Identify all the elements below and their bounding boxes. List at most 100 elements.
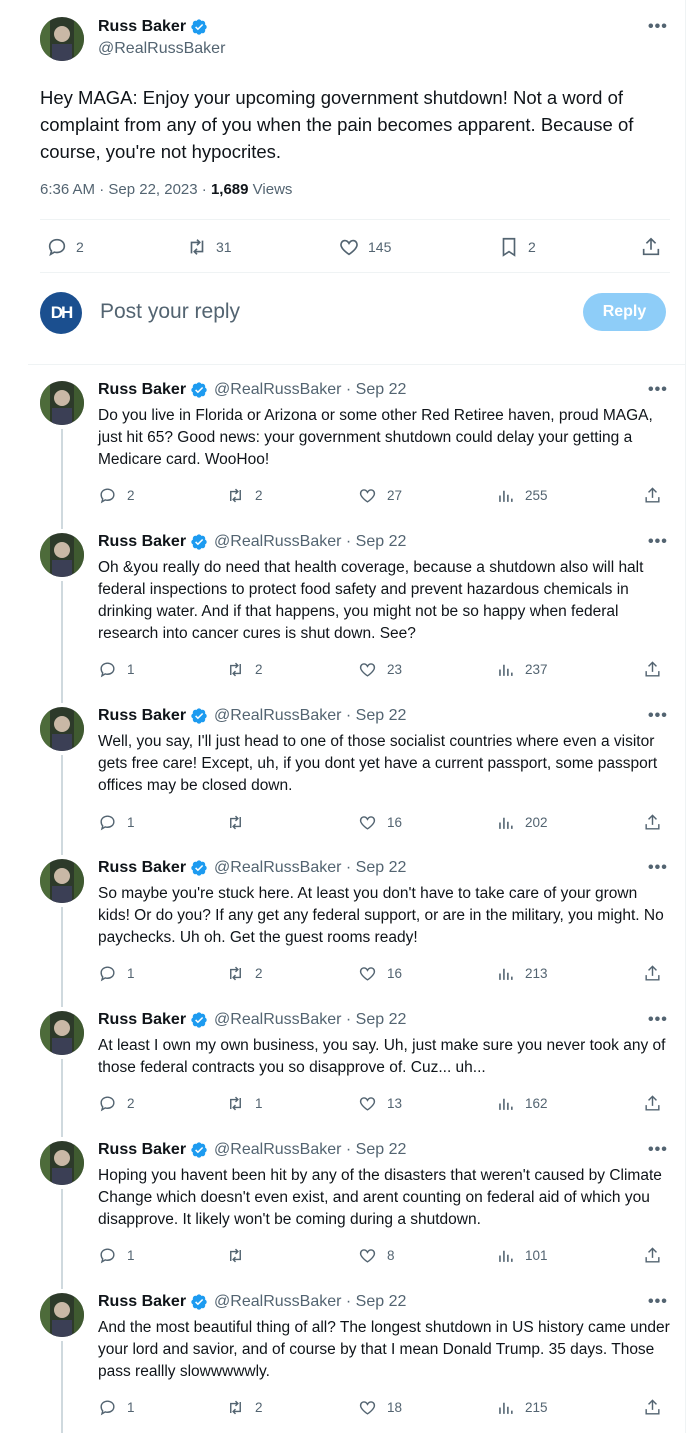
- retweet-count: 31: [216, 239, 232, 255]
- views-action[interactable]: 213: [496, 964, 548, 983]
- reply-input[interactable]: Post your reply: [100, 300, 240, 324]
- verified-badge-icon: [191, 534, 207, 550]
- tweet-actions: 1 2 16 213: [98, 964, 670, 986]
- author-name[interactable]: Russ Baker: [98, 533, 186, 551]
- author-avatar[interactable]: [40, 1293, 84, 1337]
- reply-action[interactable]: 1: [98, 1246, 135, 1265]
- author-avatar[interactable]: [40, 533, 84, 577]
- views-icon: [499, 1402, 513, 1414]
- reply-action[interactable]: 1: [98, 813, 135, 832]
- author-handle-date[interactable]: @RealRussBaker · Sep 22: [214, 533, 406, 551]
- author-name[interactable]: Russ Baker: [98, 1141, 186, 1159]
- reply-action[interactable]: 2: [98, 486, 135, 505]
- author-handle[interactable]: @RealRussBaker: [98, 40, 225, 58]
- reply-action[interactable]: 1: [98, 1398, 135, 1417]
- share-icon: [645, 487, 660, 503]
- author-name[interactable]: Russ Baker: [98, 18, 208, 36]
- like-action[interactable]: 18: [358, 1398, 402, 1417]
- author-name[interactable]: Russ Baker: [98, 381, 186, 399]
- reply-action[interactable]: 1: [98, 660, 135, 679]
- share-action[interactable]: [643, 1398, 662, 1417]
- like-action[interactable]: 145: [338, 236, 391, 258]
- more-options-icon[interactable]: •••: [648, 18, 668, 36]
- like-action[interactable]: 23: [358, 660, 402, 679]
- author-handle-date[interactable]: @RealRussBaker · Sep 22: [214, 1011, 406, 1029]
- views-action[interactable]: 255: [496, 486, 548, 505]
- share-action[interactable]: [643, 964, 662, 983]
- share-icon: [645, 1399, 660, 1415]
- retweet-icon: [230, 662, 241, 677]
- like-action[interactable]: 13: [358, 1094, 402, 1113]
- retweet-action[interactable]: 2: [226, 486, 263, 505]
- author-handle-date[interactable]: @RealRussBaker · Sep 22: [214, 1293, 406, 1311]
- share-action[interactable]: [640, 236, 662, 258]
- retweet-action[interactable]: [226, 813, 255, 832]
- views-action[interactable]: 202: [496, 813, 548, 832]
- retweet-icon: [230, 815, 241, 830]
- tweet-text: Well, you say, I'll just head to one of …: [98, 733, 658, 794]
- like-action[interactable]: 27: [358, 486, 402, 505]
- author-avatar[interactable]: [40, 707, 84, 751]
- reply-icon: [100, 815, 115, 831]
- more-options-icon[interactable]: •••: [648, 533, 668, 551]
- retweet-action[interactable]: 2: [226, 660, 263, 679]
- tweet-text: At least I own my own business, you say.…: [98, 1037, 666, 1076]
- reply-button[interactable]: Reply: [583, 293, 666, 331]
- like-action[interactable]: 16: [358, 964, 402, 983]
- author-name[interactable]: Russ Baker: [98, 1011, 186, 1029]
- share-action[interactable]: [643, 660, 662, 679]
- tweet-timestamp[interactable]: 6:36 AM · Sep 22, 2023 ·: [40, 181, 211, 198]
- views-action[interactable]: 215: [496, 1398, 548, 1417]
- retweet-action[interactable]: 31: [186, 236, 232, 258]
- more-options-icon[interactable]: •••: [648, 1141, 668, 1159]
- like-action[interactable]: 8: [358, 1246, 395, 1265]
- author-handle-date[interactable]: @RealRussBaker · Sep 22: [214, 707, 406, 725]
- more-options-icon[interactable]: •••: [648, 381, 668, 399]
- author-avatar[interactable]: [40, 381, 84, 425]
- thread-connector: [61, 755, 63, 855]
- more-options-icon[interactable]: •••: [648, 707, 668, 725]
- retweet-icon: [230, 488, 241, 503]
- retweet-action[interactable]: 1: [226, 1094, 263, 1113]
- author-avatar[interactable]: [40, 17, 84, 61]
- retweet-action[interactable]: [226, 1246, 255, 1265]
- tweet-text: And the most beautiful thing of all? The…: [98, 1319, 670, 1380]
- more-options-icon[interactable]: •••: [648, 1011, 668, 1029]
- author-name[interactable]: Russ Baker: [98, 859, 186, 877]
- author-avatar[interactable]: [40, 859, 84, 903]
- share-action[interactable]: [643, 813, 662, 832]
- author-avatar[interactable]: [40, 1141, 84, 1185]
- author-handle-date[interactable]: @RealRussBaker · Sep 22: [214, 859, 406, 877]
- tweet-header: Russ Baker @RealRussBaker · Sep 22: [98, 533, 406, 551]
- share-action[interactable]: [643, 1094, 662, 1113]
- author-avatar[interactable]: [40, 1011, 84, 1055]
- reply-action[interactable]: 2: [98, 1094, 135, 1113]
- views-action[interactable]: 237: [496, 660, 548, 679]
- like-action[interactable]: 16: [358, 813, 402, 832]
- author-handle-date[interactable]: @RealRussBaker · Sep 22: [214, 1141, 406, 1159]
- bookmark-count: 2: [528, 239, 536, 255]
- views-action[interactable]: 162: [496, 1094, 548, 1113]
- views-count: 215: [525, 1400, 548, 1415]
- tweet-actions: 1 8 101: [98, 1246, 670, 1268]
- author-name[interactable]: Russ Baker: [98, 1293, 186, 1311]
- like-count: 13: [387, 1096, 403, 1111]
- reply-action[interactable]: 2: [46, 236, 84, 258]
- retweet-action[interactable]: 2: [226, 1398, 263, 1417]
- reply-action[interactable]: 1: [98, 964, 135, 983]
- heart-icon: [359, 816, 376, 830]
- share-action[interactable]: [643, 486, 662, 505]
- retweet-count: 2: [255, 662, 263, 677]
- retweet-action[interactable]: 2: [226, 964, 263, 983]
- author-name[interactable]: Russ Baker: [98, 707, 186, 725]
- author-name-text[interactable]: Russ Baker: [98, 18, 186, 36]
- share-action[interactable]: [643, 1246, 662, 1265]
- current-user-avatar[interactable]: DH: [40, 292, 82, 334]
- author-handle-date[interactable]: @RealRussBaker · Sep 22: [214, 381, 406, 399]
- more-options-icon[interactable]: •••: [648, 859, 668, 877]
- bookmark-action[interactable]: 2: [498, 236, 536, 258]
- more-options-icon[interactable]: •••: [648, 1293, 668, 1311]
- thread-connector: [61, 1341, 63, 1433]
- tweet-meta: 6:36 AM · Sep 22, 2023 · 1,689 Views: [40, 181, 292, 198]
- views-action[interactable]: 101: [496, 1246, 548, 1265]
